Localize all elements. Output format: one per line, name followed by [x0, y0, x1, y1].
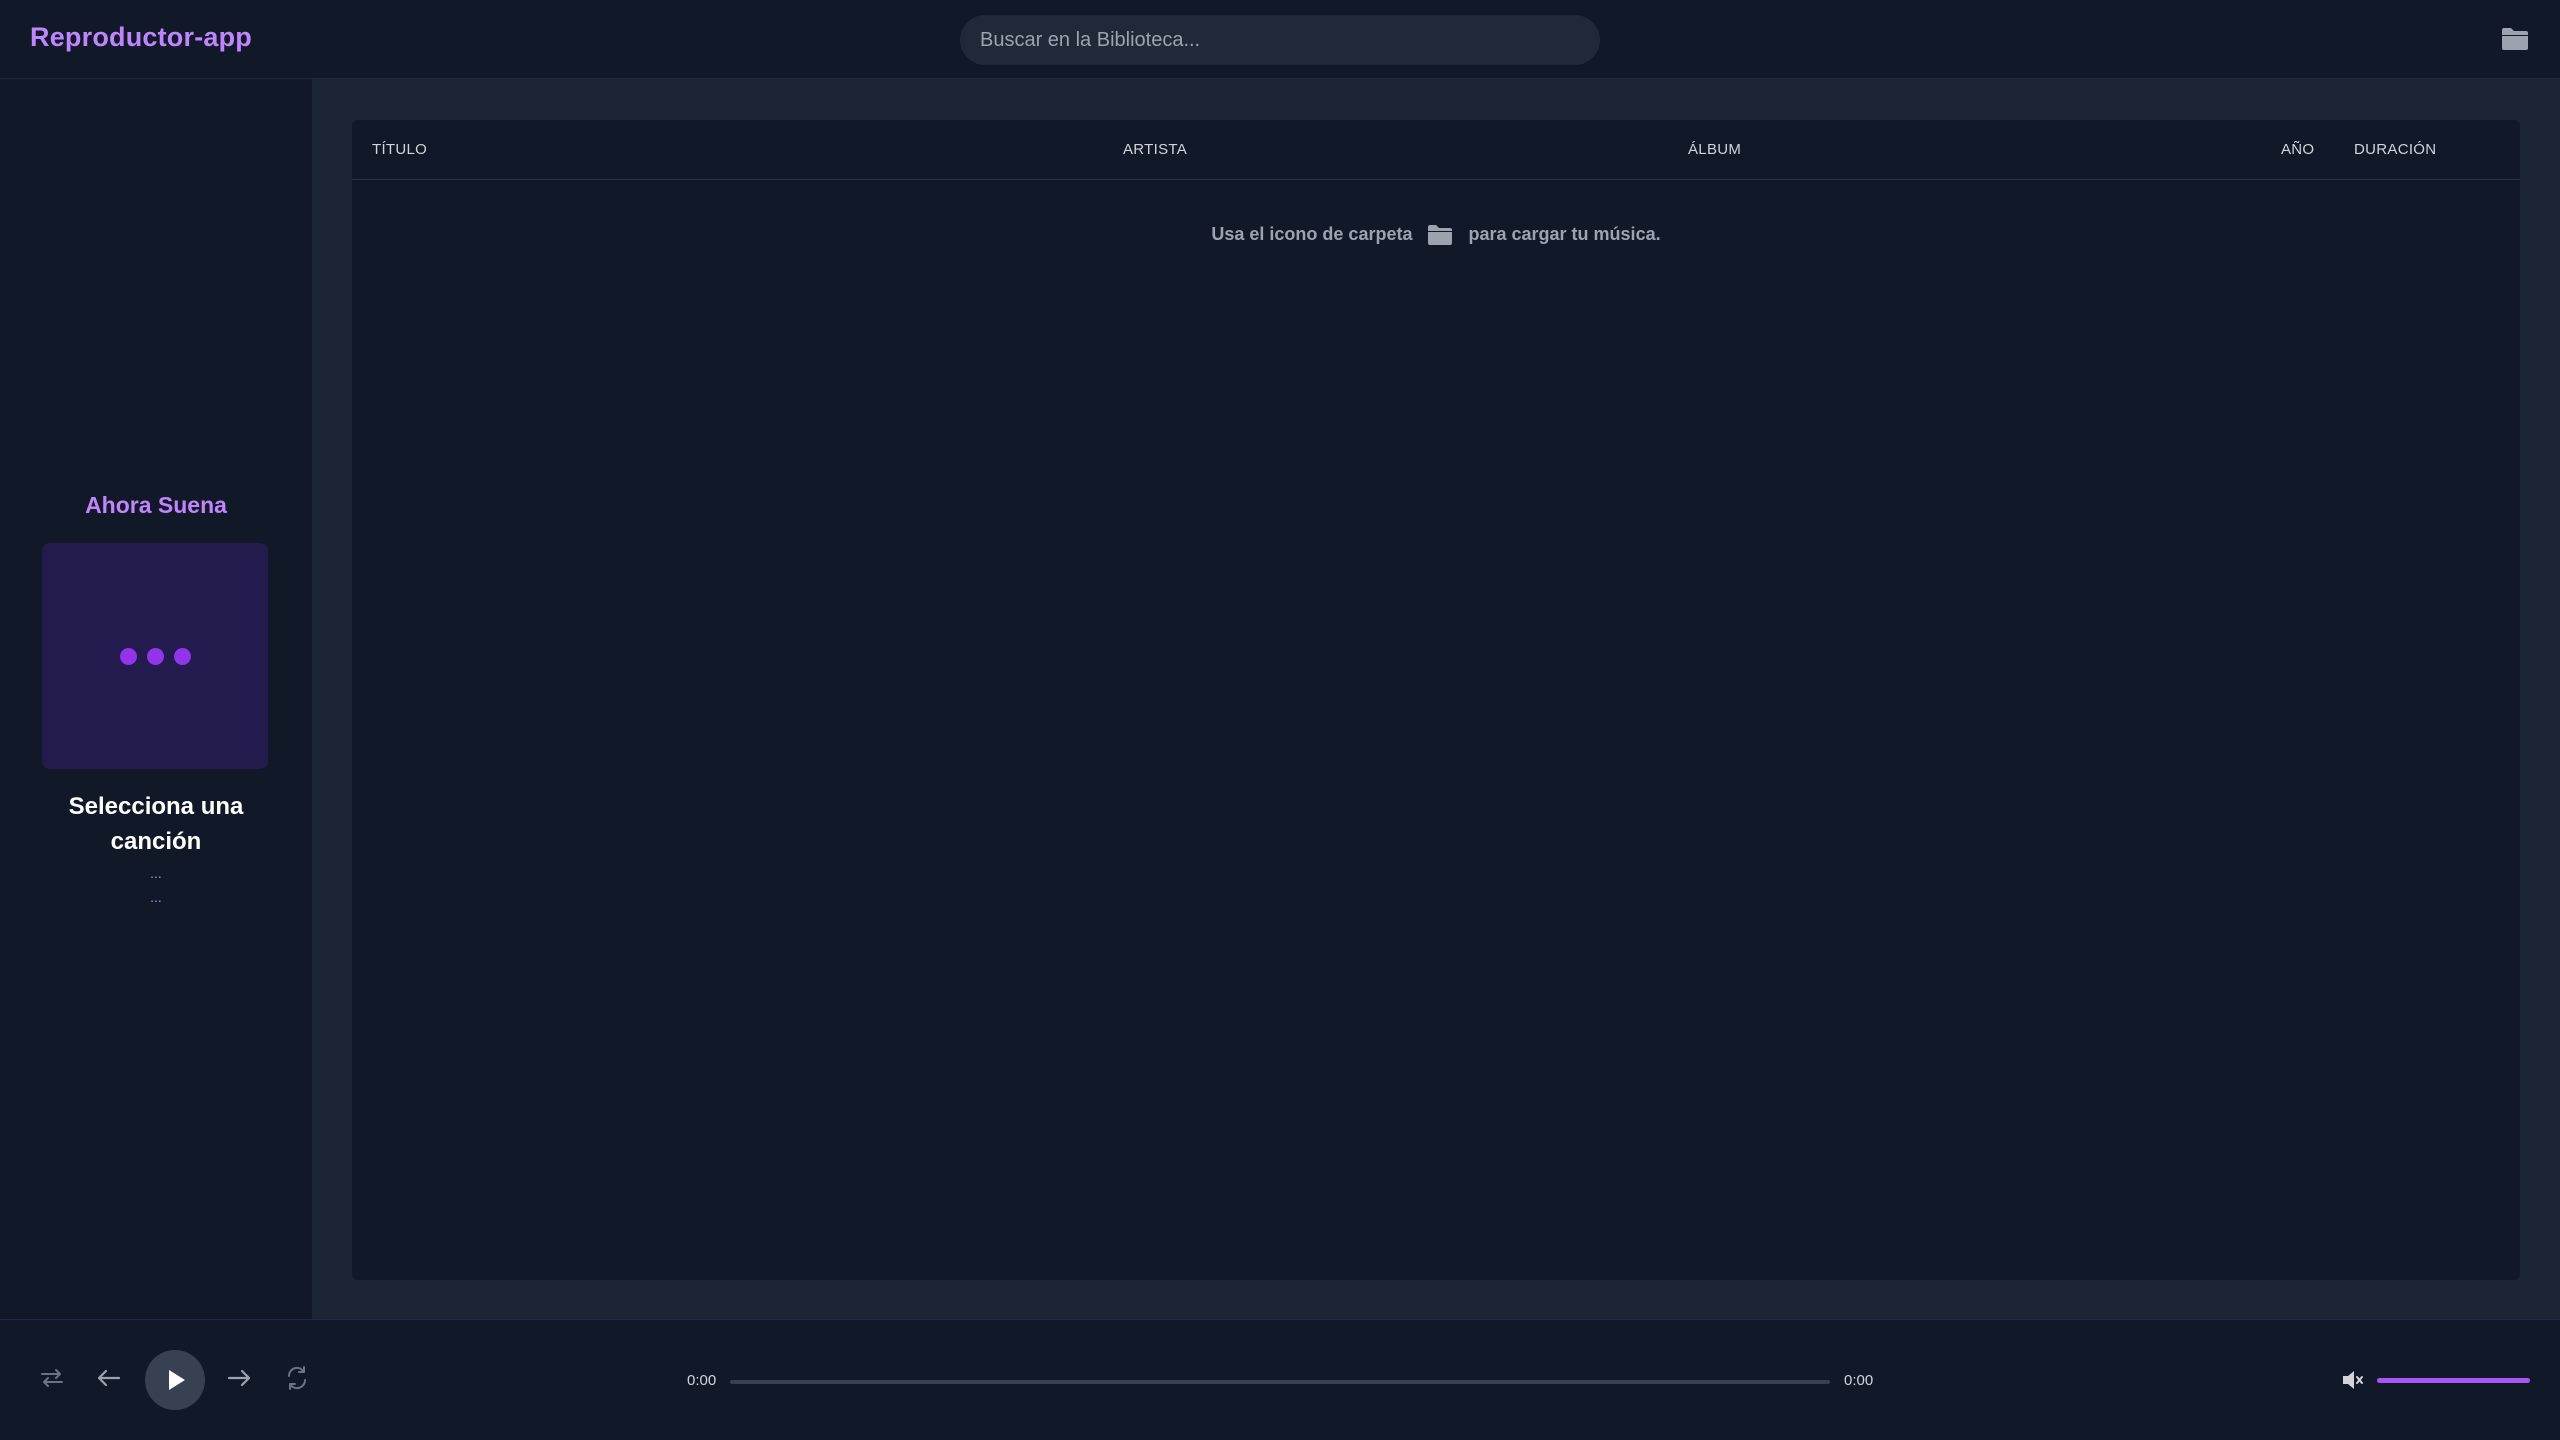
- volume-mute-icon[interactable]: [2340, 1367, 2366, 1393]
- library-area: TÍTULO ARTISTA ÁLBUM AÑO DURACIÓN Usa el…: [312, 79, 2560, 1319]
- column-header-album[interactable]: ÁLBUM: [1688, 141, 1741, 158]
- column-header-duration[interactable]: DURACIÓN: [2354, 141, 2436, 158]
- loading-dot: [174, 648, 191, 665]
- library-table: TÍTULO ARTISTA ÁLBUM AÑO DURACIÓN Usa el…: [352, 120, 2520, 1280]
- loading-dot: [147, 648, 164, 665]
- player-bar: 0:00 0:00: [0, 1319, 2560, 1440]
- column-header-artist[interactable]: ARTISTA: [1123, 141, 1187, 158]
- now-playing-panel: Ahora Suena Selecciona una canción ... .…: [0, 79, 312, 1319]
- column-header-year[interactable]: AÑO: [2281, 141, 2314, 158]
- volume-slider[interactable]: [2377, 1378, 2530, 1383]
- top-bar: Reproductor-app: [0, 0, 2560, 79]
- repeat-icon[interactable]: [281, 1362, 313, 1394]
- volume-fill: [2377, 1378, 2530, 1383]
- previous-icon[interactable]: [93, 1362, 125, 1394]
- current-time: 0:00: [687, 1372, 717, 1389]
- table-header: TÍTULO ARTISTA ÁLBUM AÑO DURACIÓN: [352, 120, 2520, 180]
- play-button[interactable]: [145, 1350, 205, 1410]
- empty-message-text: Usa el icono de carpeta: [1211, 224, 1413, 244]
- now-playing-heading: Ahora Suena: [85, 492, 227, 518]
- loading-dot: [120, 648, 137, 665]
- current-song-album: ...: [150, 889, 162, 905]
- empty-library-message: Usa el icono de carpeta para cargar tu m…: [352, 224, 2520, 246]
- total-time: 0:00: [1844, 1372, 1874, 1389]
- app-title: Reproductor-app: [30, 22, 252, 52]
- shuffle-icon[interactable]: [36, 1362, 68, 1394]
- search-input[interactable]: [960, 15, 1600, 65]
- progress-bar[interactable]: [730, 1380, 1830, 1384]
- current-song-title: Selecciona una canción: [68, 793, 244, 855]
- next-icon[interactable]: [223, 1362, 255, 1394]
- play-icon: [169, 1370, 185, 1390]
- folder-icon[interactable]: [2500, 26, 2530, 52]
- current-song-artist: ...: [150, 865, 162, 881]
- album-art-placeholder: [42, 543, 268, 769]
- folder-icon: [1427, 224, 1453, 246]
- empty-message-text: para cargar tu música.: [1468, 224, 1661, 244]
- column-header-title[interactable]: TÍTULO: [372, 141, 427, 158]
